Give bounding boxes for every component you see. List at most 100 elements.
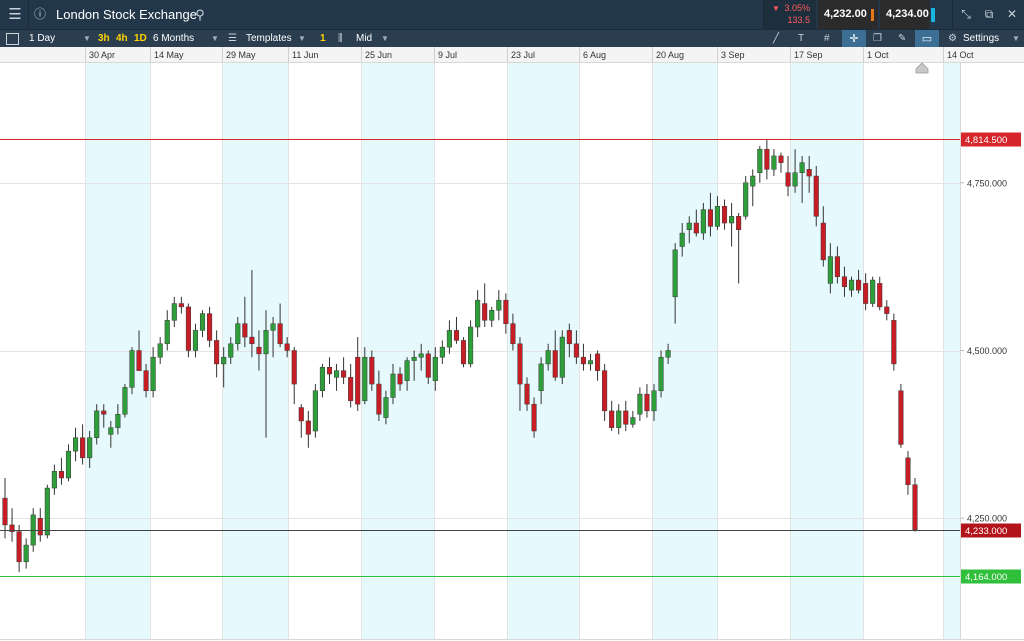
candle [326,357,333,385]
text-tool-icon[interactable]: T [798,30,804,48]
candle-body [693,222,699,234]
candle [192,323,199,358]
candle-body [468,326,474,365]
candle [905,451,911,495]
candle [863,273,869,311]
buy-button[interactable]: 4,234.00 [880,0,930,29]
change-percent: 3.05% [784,3,810,13]
candle-body [221,356,227,365]
search-icon[interactable]: ⚲ [192,0,208,29]
chevron-down-icon[interactable]: ▼ [381,30,389,48]
candle-body [587,360,594,365]
candle-body [905,457,911,485]
price-type-select[interactable]: Mid [356,30,372,48]
candle-body [178,303,184,308]
interval-select[interactable]: 1 Day [29,30,55,48]
candle-body [44,487,50,536]
highlight-band [943,62,960,639]
divider [952,0,953,29]
candle [587,353,594,371]
candle-body [672,249,678,298]
instrument-name: London Stock Exchange [56,7,197,22]
chevron-down-icon[interactable]: ▼ [211,30,219,48]
candle [23,538,29,569]
drawing-tool-icon[interactable]: ✎ [898,30,906,48]
y-tick-label: 4,250.000 [967,514,1007,524]
popout-icon[interactable]: ⧉ [980,0,998,29]
price-chart[interactable]: 30 Apr 14 May 29 May 11 Jun 25 Jun 9 Jul 23 Ju… [0,47,1024,641]
candle-body [898,390,904,445]
chevron-down-icon[interactable]: ▼ [83,30,91,48]
candle [122,384,128,418]
candle-body [764,148,770,170]
quick-interval-4h[interactable]: 4h [116,30,128,48]
candle-body [249,336,255,345]
candle-body [686,222,692,230]
sell-button[interactable]: 4,232.00 [818,0,878,29]
chart-type-icon[interactable] [6,33,19,45]
crosshair-icon[interactable]: ✛ [842,30,866,48]
candle-body [16,531,22,563]
high-marker-label: 4,814.500 [965,135,1007,146]
candle [37,508,43,542]
x-tick-label: 14 May [154,50,184,60]
grid-icon[interactable]: # [824,30,830,48]
candle-body [192,330,199,351]
candle [207,306,213,348]
candle-body [23,544,29,563]
candle-body [644,393,650,412]
highlight-band [652,62,717,639]
close-icon[interactable]: ✕ [1003,0,1021,29]
title-bar: ☰ ⓘ London Stock Exchange ⚲ ▼ 3.05% 133.… [0,0,1024,29]
candle-body [891,320,897,365]
candle-body [397,373,403,385]
candle [743,176,749,220]
menu-icon[interactable]: ☰ [5,0,25,29]
candle-body [623,410,629,425]
x-tick-label: 3 Sep [721,50,745,60]
candle [129,347,135,395]
templates-select[interactable]: Templates [246,30,292,48]
quick-interval-3h[interactable]: 3h [98,30,110,48]
candle [757,145,763,183]
candle-body [510,323,516,345]
chevron-down-icon[interactable]: ▼ [1012,30,1020,48]
scroll-end-icon [915,62,929,74]
candle-body [143,370,149,392]
candle-body [115,413,121,428]
layers-icon[interactable]: ❐ [873,30,882,48]
candle-body [319,367,325,392]
candle [644,384,650,418]
candle [178,296,184,314]
settings-button[interactable]: Settings [963,30,999,48]
candle-body [2,497,8,526]
candle [877,276,883,311]
chevron-down-icon[interactable]: ▼ [298,30,306,48]
shape-icon[interactable]: ▭ [915,30,939,48]
candle-body [834,256,840,277]
candle-body [228,343,234,358]
candle-body [80,437,86,459]
current-price-marker-label: 4,233.000 [965,526,1007,537]
candle-body [404,360,410,381]
candle-body [277,323,283,345]
shrink-icon[interactable]: ⤡ [957,0,975,29]
range-select[interactable]: 6 Months [153,30,194,48]
info-icon[interactable]: ⓘ [31,0,49,29]
candle-body [284,343,290,351]
candle-body [475,299,481,328]
quick-interval-1d[interactable]: 1D [134,30,147,48]
candle-body [524,383,530,405]
candle [150,347,156,398]
candle [616,404,622,435]
candle-body [376,383,382,415]
x-tick-label: 9 Jul [438,50,457,60]
gear-icon[interactable]: ⚙ [948,30,957,48]
candle [602,363,608,421]
x-tick-label: 30 Apr [89,50,115,60]
candle [637,387,643,421]
candle-body [503,299,509,324]
draw-line-icon[interactable]: ╱ [773,30,779,48]
candle-body [150,356,156,392]
candle [475,290,481,338]
